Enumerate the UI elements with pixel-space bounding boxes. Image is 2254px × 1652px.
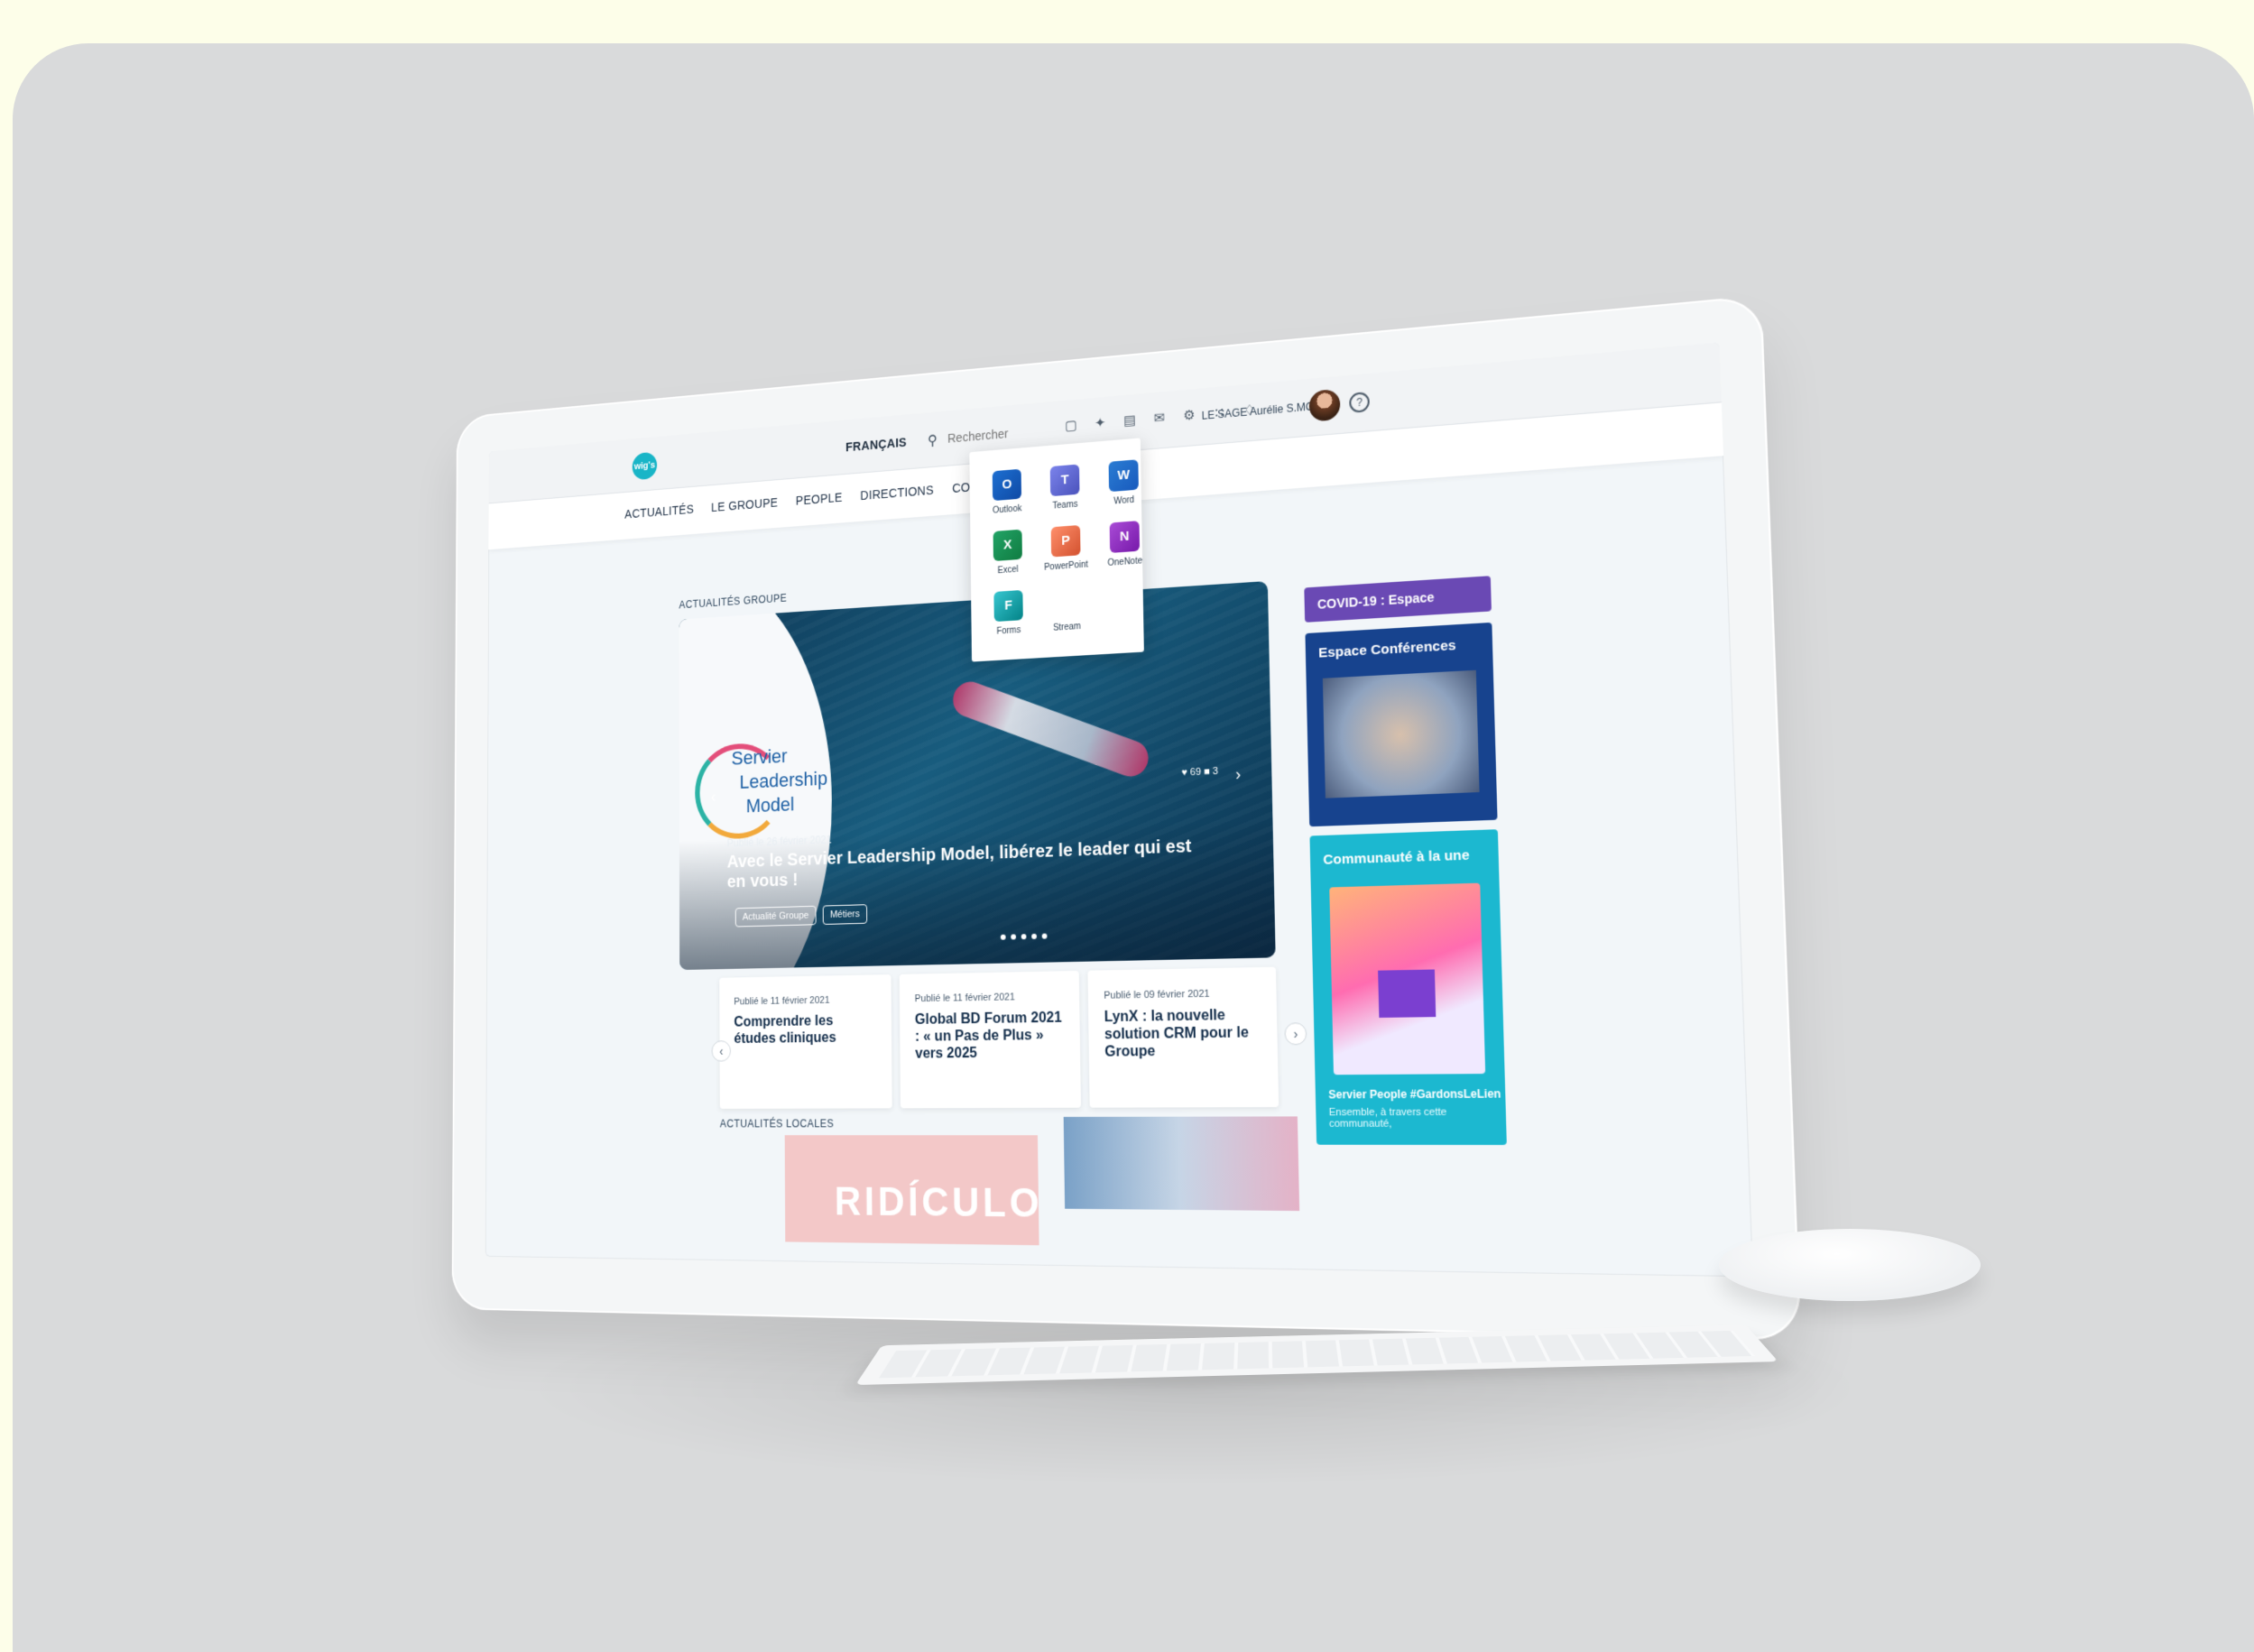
local-news-image[interactable]: RIDÍCULO [785,1135,1039,1245]
news-card-title[interactable]: LynX : la nouvelle solution CRM pour le … [1104,1006,1261,1061]
gear-icon[interactable]: ⚙ [1180,406,1198,425]
carousel-dot[interactable] [1021,934,1027,939]
local-news-image-text: RIDÍCULO [835,1180,1043,1227]
carousel-dots [1001,934,1048,940]
logo-line-2: Leadership [740,767,828,793]
app-label: Word [1113,495,1134,507]
logo-line-1: Servier [732,745,788,771]
nav-item-actualites[interactable]: ACTUALITÉS [624,502,694,521]
community-title[interactable]: Servier People #GardonsLeLien [1328,1087,1501,1102]
conference-heading: Espace Conférences [1318,638,1456,661]
carousel-prev-icon[interactable]: ‹ [711,788,716,806]
community-heading: Communauté à la une [1323,847,1470,868]
app-label: Forms [997,625,1021,636]
conference-panel[interactable]: Espace Conférences [1305,623,1497,826]
onenote-icon[interactable]: N [1110,521,1140,553]
search-icon[interactable]: ⚲ [928,431,938,449]
cards-next-button[interactable]: › [1284,1022,1307,1045]
carousel-dot[interactable] [1031,934,1037,939]
carousel-dot[interactable] [1011,934,1016,939]
tag-metiers[interactable]: Métiers [823,904,868,925]
likes-count: 69 [1190,767,1201,779]
megaphone-icon[interactable]: ✉ [1150,409,1169,428]
powerpoint-icon[interactable]: P [1051,525,1081,558]
conference-image [1323,670,1480,798]
app-launcher-popover: O Outlook T Teams W Word X Excel P Power… [969,438,1144,661]
language-selector[interactable]: FRANÇAIS [845,435,907,454]
attachment-icon[interactable]: ✦ [1092,414,1109,433]
hero-stats: ♥ 69 ■ 3 [1181,766,1218,779]
comment-icon[interactable]: ■ [1204,766,1210,777]
app-label: Teams [1052,500,1077,512]
outlook-icon[interactable]: O [993,469,1021,501]
tag-actualite-groupe[interactable]: Actualité Groupe [735,906,817,928]
local-news-image[interactable] [1064,1116,1299,1211]
community-description: Ensemble, à travers cette communauté, [1329,1106,1501,1130]
teams-icon[interactable]: T [1050,464,1080,496]
site-logo[interactable]: wig's [633,452,657,481]
news-card[interactable]: Publié le 09 février 2021 LynX : la nouv… [1087,967,1279,1108]
stream-icon[interactable]: ➤ [1052,586,1082,618]
news-card-title[interactable]: Comprendre les études cliniques [734,1012,876,1048]
app-word[interactable]: W Word [1099,458,1149,507]
app-label: Excel [998,565,1019,576]
news-card-date: Publié le 11 février 2021 [734,994,876,1007]
intranet-screen: wig's FRANÇAIS ⚲ ▢ ✦ ▤ ✉ ⚙ ∷ ♢ LE SAGE A… [485,342,1753,1277]
carousel-dot[interactable] [1042,934,1048,939]
app-forms[interactable]: F Forms [984,589,1032,637]
app-onenote[interactable]: N OneNote [1100,520,1150,568]
news-cards: Publié le 11 février 2021 Comprendre les… [719,967,1279,1109]
desk-illustration [1378,969,1436,1017]
nav-item-people[interactable]: PEOPLE [796,490,843,507]
heart-icon[interactable]: ♥ [1181,767,1187,778]
logo-line-3: Model [746,793,795,817]
app-label: Stream [1053,622,1081,633]
chat-icon[interactable]: ▢ [1062,417,1079,436]
app-teams[interactable]: T Teams [1040,464,1089,512]
news-card-date: Publié le 11 février 2021 [915,991,1064,1004]
app-excel[interactable]: X Excel [984,529,1031,577]
carousel-dot[interactable] [1001,935,1006,940]
nav-item-directions[interactable]: DIRECTIONS [860,483,934,503]
news-card[interactable]: Publié le 11 février 2021 Global BD Foru… [900,971,1081,1108]
group-news-heading: ACTUALITÉS GROUPE [679,592,787,611]
word-icon[interactable]: W [1109,459,1139,492]
community-panel[interactable]: Communauté à la une Servier People #Gard… [1309,829,1506,1145]
mouse-device [1719,1229,1981,1301]
hero-tags: Actualité Groupe Métiers [735,904,867,927]
local-news-heading: ACTUALITÉS LOCALES [720,1117,834,1130]
app-label: Outlook [993,503,1021,515]
news-card-title[interactable]: Global BD Forum 2021 : « un Pas de Plus … [915,1010,1065,1064]
app-powerpoint[interactable]: P PowerPoint [1041,524,1090,573]
community-illustration [1329,883,1485,1075]
documents-icon[interactable]: ▤ [1121,411,1139,430]
comments-count: 3 [1213,766,1218,777]
app-label: OneNote [1107,556,1142,568]
cards-prev-button[interactable]: ‹ [712,1040,731,1061]
app-stream[interactable]: ➤ Stream [1042,586,1091,634]
app-label: PowerPoint [1044,560,1088,573]
app-outlook[interactable]: O Outlook [983,468,1030,516]
covid-info-banner[interactable]: COVID-19 : Espace d'information [1304,576,1492,623]
leadership-model-logo: Servier Leadership Model [695,739,840,840]
forms-icon[interactable]: F [993,590,1022,622]
news-card-date: Publié le 09 février 2021 [1104,988,1260,1001]
nav-item-le-groupe[interactable]: LE GROUPE [711,495,778,514]
excel-icon[interactable]: X [993,530,1022,561]
monitor-device: wig's FRANÇAIS ⚲ ▢ ✦ ▤ ✉ ⚙ ∷ ♢ LE SAGE A… [452,295,1802,1341]
news-card[interactable]: Publié le 11 février 2021 Comprendre les… [719,974,891,1109]
avatar[interactable] [1308,389,1340,422]
help-icon[interactable]: ? [1349,392,1370,413]
carousel-next-icon[interactable]: › [1235,765,1241,785]
